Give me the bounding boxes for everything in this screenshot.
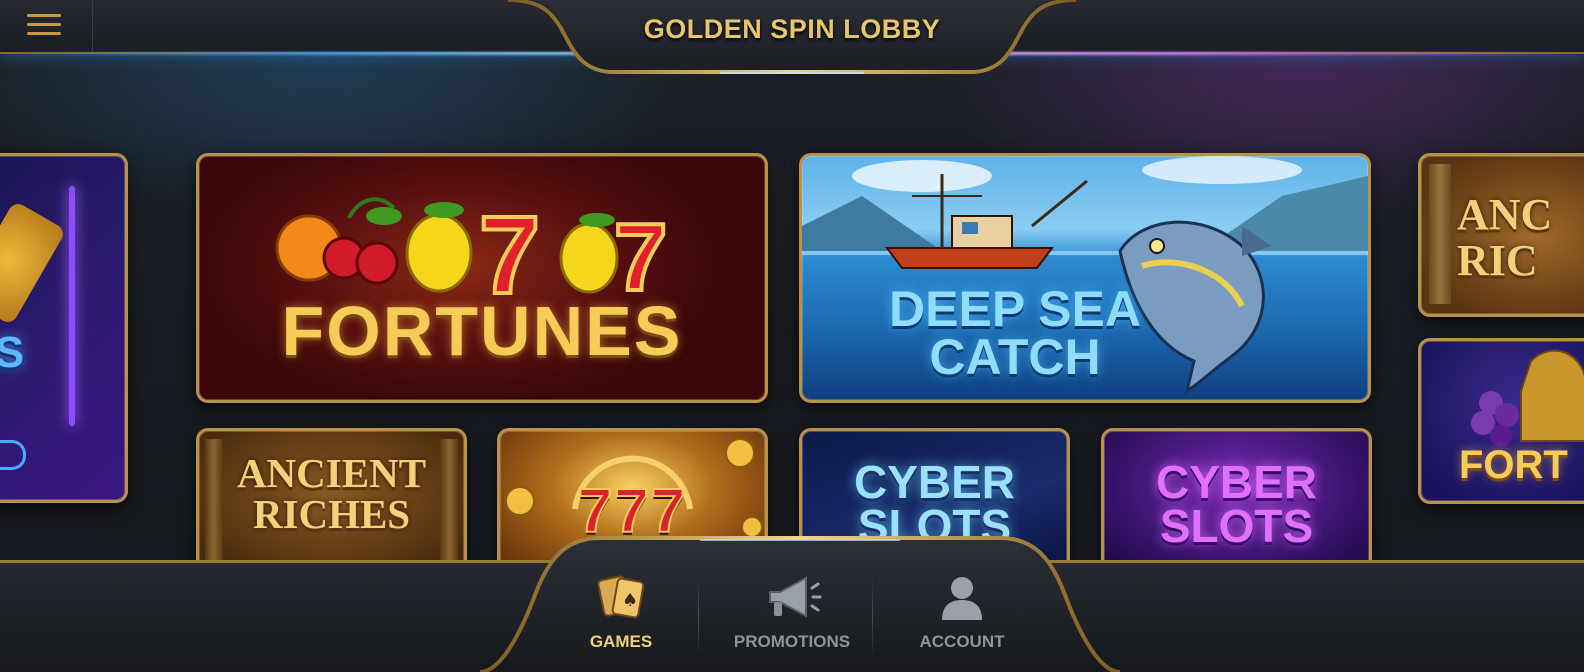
game-card-fortunes-partial[interactable]: FORT	[1418, 338, 1584, 504]
nav-tab-label: GAMES	[589, 632, 653, 651]
user-icon	[942, 577, 982, 620]
game-title: FORTUNES	[281, 292, 683, 370]
gem-image	[0, 200, 67, 326]
game-card-deep-sea-catch[interactable]: DEEP SEA CATCH	[799, 153, 1371, 403]
pillar-image	[1429, 164, 1451, 304]
lemon-icon	[559, 213, 619, 294]
game-title: ANCIENT RICHES	[236, 450, 427, 537]
nav-tab-account[interactable]: ACCOUNT	[892, 566, 1032, 666]
nav-divider	[698, 576, 699, 656]
nav-divider	[872, 576, 873, 656]
game-title: ANC RIC	[1457, 190, 1553, 286]
nav-tab-games[interactable]: ♠ GAMES	[560, 566, 682, 666]
nav-tab-label: ACCOUNT	[919, 632, 1005, 651]
page-title: GOLDEN SPIN LOBBY	[643, 14, 941, 44]
lobby-screen: GOLDEN SPIN LOBBY DS 7 7	[0, 0, 1584, 672]
neon-shape	[0, 440, 26, 470]
game-title: DS	[0, 331, 105, 375]
nav-tab-promotions[interactable]: PROMOTIONS	[712, 566, 872, 666]
game-card-neon-partial[interactable]: DS	[0, 153, 128, 503]
game-title: 777	[577, 477, 688, 546]
game-title: FORT	[1459, 443, 1568, 487]
game-title: DEEP SEA CATCH	[889, 281, 1141, 385]
game-card-ancient-riches-partial[interactable]: ANC RIC	[1418, 153, 1584, 317]
megaphone-icon	[769, 576, 822, 618]
coin-icon	[725, 438, 755, 468]
game-card-fortunes[interactable]: 7 7 FORTUNES	[196, 153, 768, 403]
cherries-icon	[322, 197, 402, 285]
nav-tab-label: PROMOTIONS	[733, 632, 851, 651]
svg-text:♠: ♠	[622, 590, 638, 611]
menu-button[interactable]	[0, 0, 93, 52]
neon-bar	[69, 186, 75, 426]
cards-icon: ♠	[597, 575, 645, 619]
lemon-icon	[405, 202, 473, 293]
